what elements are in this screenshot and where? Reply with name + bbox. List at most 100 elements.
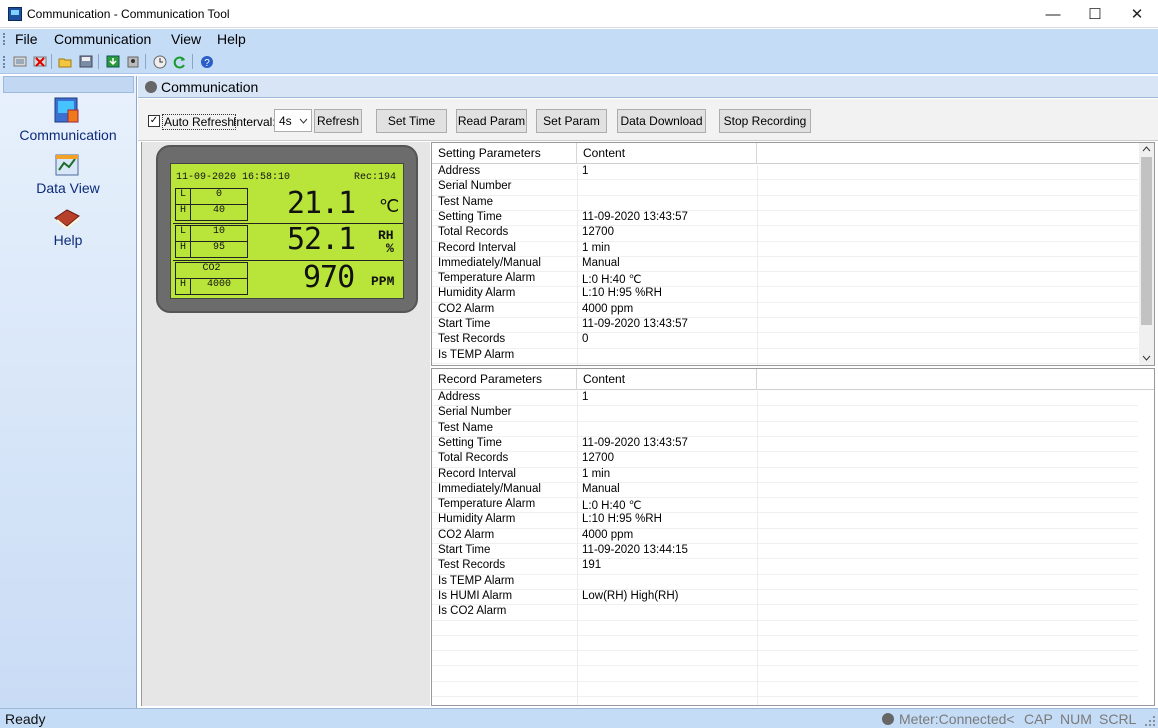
parameter-name: Start Time xyxy=(438,318,491,330)
open-folder-icon[interactable] xyxy=(57,53,74,70)
lcd-display: 11-09-2020 16:58:10 Rec:194 L 0 H 40 21.… xyxy=(170,163,404,299)
menu-help[interactable]: Help xyxy=(217,31,246,47)
table-row[interactable]: Is HUMI Alarm Low(RH) High(RH) xyxy=(432,590,1138,605)
table-row[interactable]: Total Records 12700 xyxy=(432,226,1138,241)
table-row[interactable]: Start Time 11-09-2020 13:43:57 xyxy=(432,318,1138,333)
close-button[interactable]: ✕ xyxy=(1116,0,1158,28)
lcd-rh-low: 10 xyxy=(190,225,248,242)
help-icon[interactable]: ? xyxy=(198,53,215,70)
stop-recording-button[interactable]: Stop Recording xyxy=(719,109,811,133)
lcd-temp-unit: ℃ xyxy=(379,198,400,218)
download-icon[interactable] xyxy=(104,53,121,70)
sidebar-header xyxy=(3,76,134,93)
control-bar: ✓ Auto Refresh Interval: 4s Refresh Set … xyxy=(138,99,1158,141)
table-row[interactable] xyxy=(432,621,1138,636)
column-header-content[interactable]: Content xyxy=(577,143,757,164)
parameter-name: CO2 Alarm xyxy=(438,302,495,315)
sidebar: Communication Data View Help xyxy=(0,76,137,708)
parameter-content: L:0 H:40 ℃ xyxy=(582,274,642,287)
lcd-datetime: 11-09-2020 16:58:10 xyxy=(176,172,291,183)
column-header-content[interactable]: Content xyxy=(577,369,757,390)
table-row[interactable]: Start Time 11-09-2020 13:44:15 xyxy=(432,544,1138,559)
table-row[interactable]: Immediately/Manual Manual xyxy=(432,257,1138,272)
sidebar-item-label: Communication xyxy=(19,127,117,143)
scroll-up-icon[interactable] xyxy=(1142,146,1151,152)
table-row[interactable] xyxy=(432,651,1138,666)
table-row[interactable]: Serial Number xyxy=(432,406,1138,421)
table-row[interactable]: CO2 Alarm 4000 ppm xyxy=(432,303,1138,318)
connect-icon[interactable] xyxy=(11,53,28,70)
table-row[interactable]: Temperature Alarm L:0 H:40 ℃ xyxy=(432,272,1138,287)
parameter-name: Humidity Alarm xyxy=(438,513,516,526)
table-row[interactable] xyxy=(432,682,1138,697)
sidebar-item-label: Help xyxy=(53,232,83,248)
parameter-content: 191 xyxy=(582,559,602,572)
maximize-button[interactable]: ☐ xyxy=(1074,0,1116,28)
interval-select[interactable]: 4s xyxy=(274,109,312,132)
table-row[interactable]: Is CO2 Alarm xyxy=(432,605,1138,620)
meter-icon[interactable] xyxy=(124,53,141,70)
table-row[interactable]: Total Records 12700 xyxy=(432,452,1138,467)
scrollbar-thumb[interactable] xyxy=(1141,157,1152,325)
read-param-button[interactable]: Read Param xyxy=(456,109,527,133)
toolbar-grip xyxy=(3,56,5,68)
disconnect-icon[interactable] xyxy=(31,53,48,70)
refresh-icon[interactable] xyxy=(171,53,188,70)
column-header-record-parameters[interactable]: Record Parameters xyxy=(432,369,577,390)
svg-text:?: ? xyxy=(204,58,210,69)
table-row[interactable]: Is TEMP Alarm xyxy=(432,575,1138,590)
vertical-scrollbar[interactable] xyxy=(1139,143,1154,365)
parameter-content: 12700 xyxy=(582,452,614,465)
table-row[interactable]: Immediately/Manual Manual xyxy=(432,483,1138,498)
table-row[interactable]: Setting Time 11-09-2020 13:43:57 xyxy=(432,437,1138,452)
interval-label: Interval: xyxy=(233,115,276,129)
sidebar-item-communication[interactable]: Communication xyxy=(0,96,136,146)
auto-refresh-label[interactable]: Auto Refresh xyxy=(162,114,237,130)
status-text: Ready xyxy=(5,711,46,727)
parameter-name: Is HUMI Alarm xyxy=(438,589,513,602)
table-row[interactable]: Address 1 xyxy=(432,391,1138,406)
set-param-button[interactable]: Set Param xyxy=(536,109,607,133)
parameter-name: Serial Number xyxy=(438,180,512,193)
column-header-setting-parameters[interactable]: Setting Parameters xyxy=(432,143,577,164)
lcd-co2-unit: PPM xyxy=(371,274,395,289)
table-row[interactable]: Address 1 xyxy=(432,165,1138,180)
table-row[interactable] xyxy=(432,666,1138,681)
table-row[interactable]: Humidity Alarm L:10 H:95 %RH xyxy=(432,513,1138,528)
clock-icon[interactable] xyxy=(151,53,168,70)
minimize-button[interactable]: — xyxy=(1032,0,1074,28)
table-row[interactable]: Setting Time 11-09-2020 13:43:57 xyxy=(432,211,1138,226)
meter-status: Meter:Connected< xyxy=(899,711,1015,727)
set-time-button[interactable]: Set Time xyxy=(376,109,447,133)
menu-communication[interactable]: Communication xyxy=(54,31,151,47)
auto-refresh-checkbox[interactable]: ✓ xyxy=(148,115,160,127)
table-row[interactable]: Test Records 0 xyxy=(432,333,1138,348)
table-row[interactable]: Record Interval 1 min xyxy=(432,242,1138,257)
table-row[interactable]: Test Name xyxy=(432,422,1138,437)
table-row[interactable]: Test Records 191 xyxy=(432,559,1138,574)
table-row[interactable]: Serial Number xyxy=(432,180,1138,195)
connection-status-icon xyxy=(882,713,894,725)
lcd-temp-low: 0 xyxy=(190,188,248,205)
sidebar-item-data-view[interactable]: Data View xyxy=(0,152,136,196)
table-row[interactable]: Is TEMP Alarm xyxy=(432,349,1138,364)
resize-grip-icon[interactable] xyxy=(1144,715,1156,727)
parameter-name: Is TEMP Alarm xyxy=(438,574,515,587)
table-row[interactable]: Humidity Alarm L:10 H:95 %RH xyxy=(432,287,1138,302)
num-indicator: NUM xyxy=(1060,711,1092,727)
scroll-down-icon[interactable] xyxy=(1142,355,1151,361)
refresh-button[interactable]: Refresh xyxy=(314,109,362,133)
sidebar-item-help[interactable]: Help xyxy=(0,204,136,248)
table-row[interactable]: Test Name xyxy=(432,196,1138,211)
data-download-button[interactable]: Data Download xyxy=(617,109,706,133)
table-row[interactable]: Record Interval 1 min xyxy=(432,468,1138,483)
menu-view[interactable]: View xyxy=(171,31,201,47)
panel-bullet-icon xyxy=(145,81,157,93)
table-row[interactable]: Temperature Alarm L:0 H:40 ℃ xyxy=(432,498,1138,513)
parameter-content: 11-09-2020 13:43:57 xyxy=(582,436,688,449)
parameter-name: Record Interval xyxy=(438,241,516,254)
table-row[interactable] xyxy=(432,636,1138,651)
table-row[interactable]: CO2 Alarm 4000 ppm xyxy=(432,529,1138,544)
save-icon[interactable] xyxy=(77,53,94,70)
menu-file[interactable]: File xyxy=(15,31,38,47)
